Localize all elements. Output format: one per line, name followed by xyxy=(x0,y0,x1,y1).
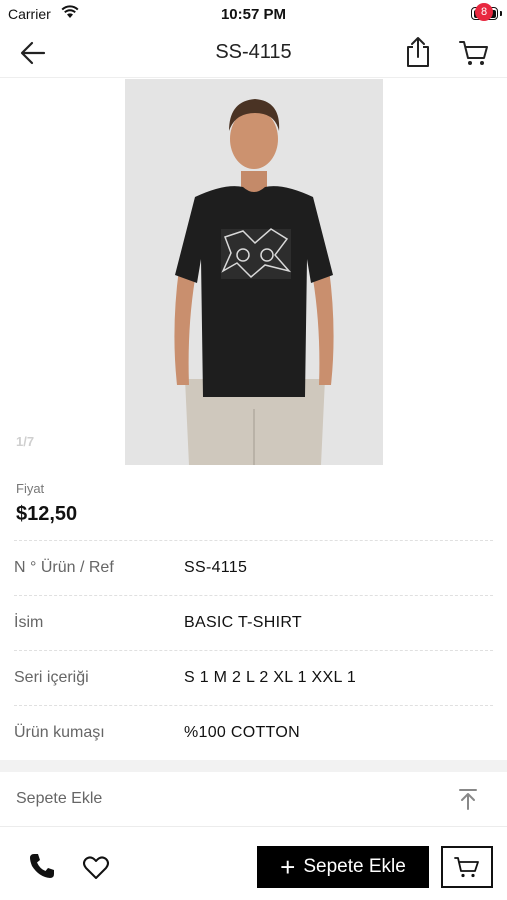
attribute-label: Seri içeriği xyxy=(14,669,89,686)
cart-icon xyxy=(454,857,479,878)
price-label: Fiyat xyxy=(16,481,45,496)
attribute-row-fabric: Ürün kumaşı %100 COTTON xyxy=(14,705,493,760)
view-cart-button[interactable] xyxy=(441,846,493,888)
attribute-row-ref: N ° Ürün / Ref SS-4115 xyxy=(14,540,493,595)
nav-bar: SS-4115 xyxy=(0,28,507,78)
plus-icon: + xyxy=(280,852,296,882)
phone-icon[interactable] xyxy=(28,852,56,880)
clock: 10:57 PM xyxy=(220,6,287,23)
attribute-label: Ürün kumaşı xyxy=(14,724,105,741)
battery-nub xyxy=(500,11,502,16)
scroll-top-icon[interactable] xyxy=(457,787,479,811)
attribute-value: BASIC T-SHIRT xyxy=(184,614,303,631)
attribute-label: İsim xyxy=(14,614,44,631)
attribute-value: S 1 M 2 L 2 XL 1 XXL 1 xyxy=(184,669,357,686)
share-icon[interactable] xyxy=(404,36,432,68)
add-to-cart-section[interactable]: Sepete Ekle xyxy=(0,772,507,827)
cart-icon[interactable] xyxy=(458,38,490,68)
attribute-value: %100 COTTON xyxy=(184,724,300,741)
add-to-cart-button-label: Sepete Ekle xyxy=(303,856,406,877)
attribute-value: SS-4115 xyxy=(184,559,248,576)
cart-count-badge: 8 xyxy=(475,3,493,21)
bottom-action-bar: + Sepete Ekle xyxy=(0,828,507,900)
heart-icon[interactable] xyxy=(82,855,110,881)
model-illustration xyxy=(125,79,383,465)
add-to-cart-section-label: Sepete Ekle xyxy=(16,790,103,807)
product-photo[interactable] xyxy=(125,79,383,465)
attribute-row-name: İsim BASIC T-SHIRT xyxy=(14,595,493,650)
product-gallery[interactable]: 1/7 xyxy=(0,79,507,465)
section-divider xyxy=(0,760,507,772)
attribute-label: N ° Ürün / Ref xyxy=(14,559,114,576)
price-value: $12,50 xyxy=(16,503,78,525)
attribute-row-series: Seri içeriği S 1 M 2 L 2 XL 1 XXL 1 xyxy=(14,650,493,705)
add-to-cart-button[interactable]: + Sepete Ekle xyxy=(257,846,429,888)
gallery-page-indicator: 1/7 xyxy=(16,434,35,449)
status-bar: Carrier 10:57 PM xyxy=(0,0,507,28)
